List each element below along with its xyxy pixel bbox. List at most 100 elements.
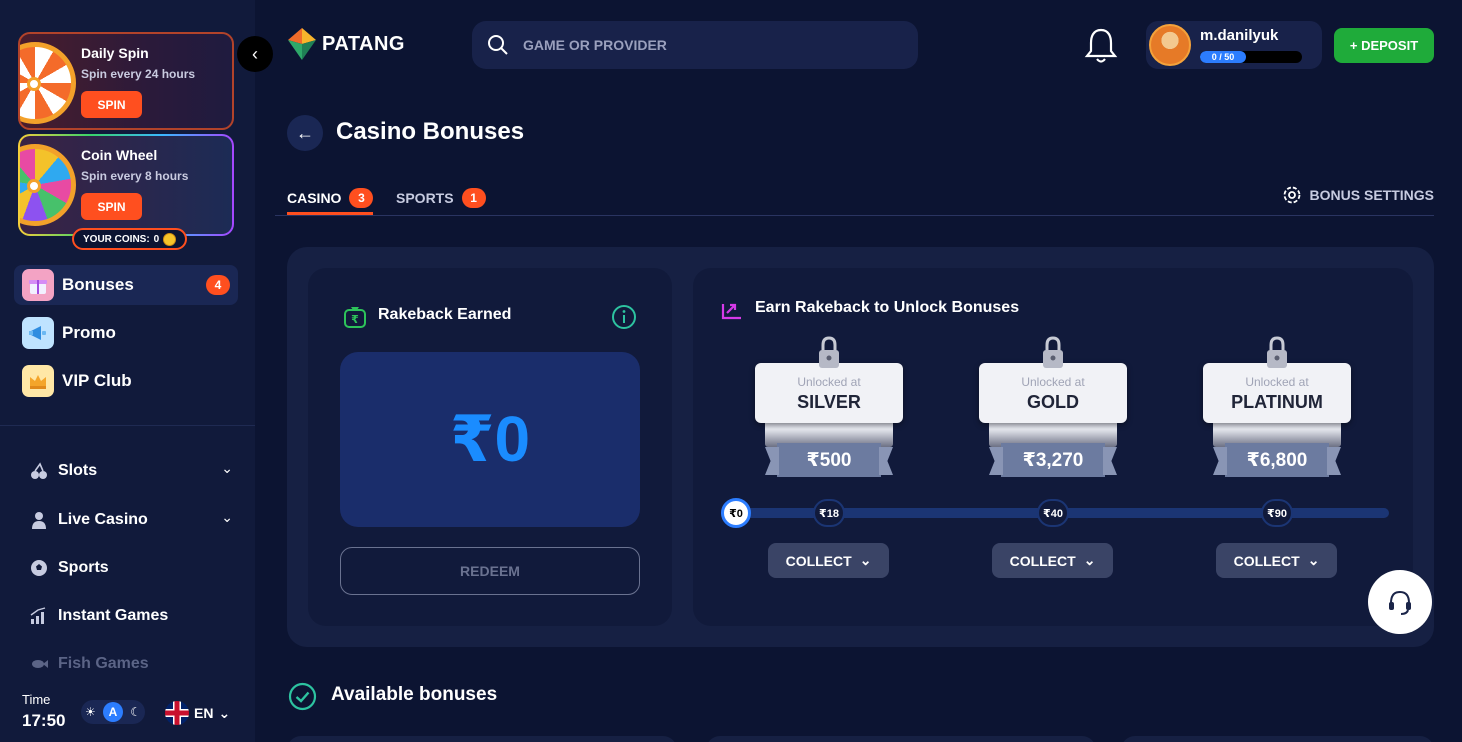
tier-name: SILVER [797, 392, 861, 412]
coin-wheel-card[interactable]: Coin Wheel Spin every 8 hours SPIN [18, 134, 234, 236]
padlock-icon [1267, 336, 1287, 368]
sidebar-item-promo[interactable]: Promo [14, 313, 238, 353]
deposit-button[interactable]: + DEPOSIT [1334, 28, 1434, 63]
site-logo[interactable]: PATANG [288, 28, 405, 60]
megaphone-icon [22, 317, 54, 349]
coin-wheel-spin-button[interactable]: SPIN [81, 193, 142, 220]
rakeback-amount: ₹0 [449, 403, 531, 475]
tier-gold: Unlocked at GOLD ₹3,270 [979, 332, 1127, 482]
sun-icon[interactable]: ☀ [85, 705, 96, 719]
chevron-down-icon: ⌄ [1083, 552, 1096, 568]
collect-silver-button[interactable]: COLLECT ⌄ [768, 543, 889, 578]
sidebar-category-live-casino[interactable]: Live Casino ⌄ [28, 505, 233, 535]
back-arrow-button[interactable]: ← [287, 115, 323, 151]
cherry-icon [28, 460, 50, 482]
trend-up-icon [721, 303, 741, 320]
language-selector[interactable]: EN ⌄ [165, 701, 230, 725]
bonus-card[interactable] [287, 736, 677, 742]
sidebar-item-vip-club[interactable]: VIP Club [14, 361, 238, 401]
collect-label: COLLECT [785, 552, 852, 569]
tab-sports[interactable]: SPORTS 1 [396, 184, 486, 212]
search-input[interactable] [523, 37, 883, 53]
tier-unlocked-at: Unlocked at [1021, 375, 1085, 389]
progress-node-gold: ₹40 [1037, 499, 1069, 527]
progress-node-platinum: ₹90 [1261, 499, 1293, 527]
bonuses-count-badge: 4 [206, 275, 230, 295]
sidebar-category-instant-games[interactable]: Instant Games [28, 601, 233, 631]
sidebar-category-slots[interactable]: Slots ⌄ [28, 456, 233, 486]
svg-text:₹: ₹ [351, 313, 359, 326]
bonus-settings-button[interactable]: BONUS SETTINGS [1282, 185, 1434, 205]
coins-badge: YOUR COINS: 0 [72, 228, 188, 250]
chevron-down-icon[interactable]: ⌄ [221, 460, 233, 477]
moon-icon[interactable]: ☾ [130, 705, 141, 719]
sidebar-footer: Time 17:50 ☀ A ☾ EN ⌄ [0, 680, 255, 742]
kite-logo-icon [288, 28, 316, 60]
language-code: EN [194, 705, 214, 721]
sidebar-item-bonuses[interactable]: Bonuses 4 [14, 265, 238, 305]
coin-wheel-subtitle: Spin every 8 hours [81, 169, 189, 183]
time-label: Time [22, 692, 51, 707]
tab-count-badge: 1 [461, 188, 486, 208]
tier-amount: ₹500 [777, 443, 881, 477]
tier-name: GOLD [1027, 392, 1079, 412]
tab-count-badge: 3 [349, 188, 374, 208]
unlock-title: Earn Rakeback to Unlock Bonuses [755, 299, 1020, 316]
tab-casino[interactable]: CASINO 3 [287, 184, 374, 215]
rakeback-earned-card: ₹ Rakeback Earned ₹0 REDEEM [308, 268, 672, 626]
chevron-down-icon: ⌄ [859, 552, 872, 568]
chevron-down-icon[interactable]: ⌄ [221, 509, 233, 526]
xp-progress-label: 0 / 50 [1200, 51, 1246, 63]
tab-label: CASINO [287, 190, 342, 206]
padlock-icon [819, 336, 839, 368]
bonus-card[interactable] [1121, 736, 1434, 742]
sidebar-category-fish-games[interactable]: Fish Games [28, 649, 233, 679]
collect-platinum-button[interactable]: COLLECT ⌄ [1216, 543, 1337, 578]
headset-icon [1389, 590, 1411, 615]
avatar[interactable] [1149, 24, 1191, 66]
rakeback-amount-box: ₹0 [340, 352, 640, 527]
gift-icon [22, 269, 54, 301]
daily-spin-subtitle: Spin every 24 hours [81, 67, 196, 81]
tier-label-box: Unlocked at GOLD [979, 363, 1127, 423]
progress-start-marker: ₹0 [721, 498, 751, 528]
xp-progress-bar: 0 / 50 [1200, 51, 1302, 63]
tier-amount: ₹3,270 [1001, 443, 1105, 477]
redeem-button[interactable]: REDEEM [340, 547, 640, 595]
daily-spin-card[interactable]: Daily Spin Spin every 24 hours SPIN [18, 32, 234, 130]
sidebar-category-sports[interactable]: Sports [28, 553, 233, 583]
chevron-down-icon: ⌄ [218, 704, 231, 721]
collect-gold-button[interactable]: COLLECT ⌄ [992, 543, 1113, 578]
category-label: Instant Games [58, 607, 169, 624]
tab-label: SPORTS [396, 190, 454, 206]
coin-icon [163, 232, 177, 246]
tier-platinum: Unlocked at PLATINUM ₹6,800 [1203, 332, 1351, 482]
tier-unlocked-at: Unlocked at [1245, 375, 1309, 389]
support-chat-button[interactable] [1368, 570, 1432, 634]
sidebar-collapse-button[interactable]: ‹ [237, 36, 273, 72]
theme-auto-button[interactable]: A [103, 702, 123, 722]
category-label: Live Casino [58, 511, 148, 528]
daily-spin-button[interactable]: SPIN [81, 91, 142, 118]
notification-bell-icon[interactable] [1083, 27, 1119, 65]
rakeback-title: Rakeback Earned [378, 306, 512, 323]
football-icon [28, 557, 50, 579]
collect-label: COLLECT [1009, 552, 1076, 569]
tier-amount: ₹6,800 [1225, 443, 1329, 477]
coins-value: 0 [153, 233, 160, 245]
theme-toggle[interactable]: ☀ A ☾ [81, 700, 145, 724]
tier-unlocked-at: Unlocked at [797, 375, 861, 389]
fish-icon [28, 653, 50, 675]
chevron-down-icon: ⌄ [1307, 552, 1320, 568]
coins-label: YOUR COINS: [83, 233, 150, 245]
tier-label-box: Unlocked at PLATINUM [1203, 363, 1351, 423]
coin-wheel-title: Coin Wheel [81, 147, 158, 163]
chart-bars-icon [28, 605, 50, 627]
info-icon[interactable] [611, 304, 637, 330]
sidebar-item-label: Bonuses [62, 275, 134, 294]
coin-wheel-icon [20, 144, 76, 226]
search-bar[interactable] [472, 21, 918, 69]
bonus-card[interactable] [706, 736, 1096, 742]
rupee-wallet-icon: ₹ [344, 307, 366, 328]
user-profile-chip[interactable]: m.danilyuk 0 / 50 [1146, 21, 1322, 69]
